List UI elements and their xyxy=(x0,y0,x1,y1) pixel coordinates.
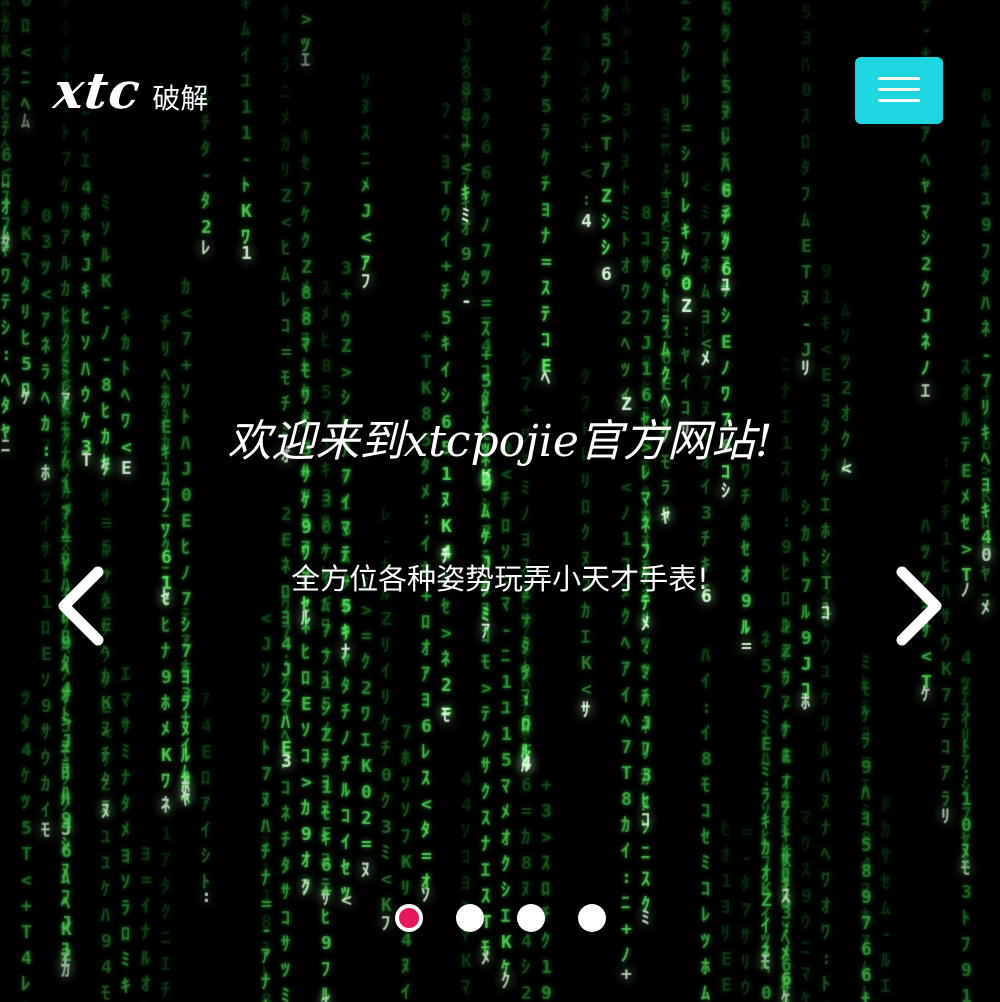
menu-bar-icon xyxy=(878,77,920,80)
slide-subheadline: 全方位各种姿势玩弄小天才手表! xyxy=(291,562,709,596)
menu-bar-icon xyxy=(878,99,920,102)
carousel-dot[interactable] xyxy=(394,904,423,932)
chevron-right-icon xyxy=(896,566,942,646)
hero-banner: xtc 破解 欢迎来到xtcpojie官方网站! 全方位各种姿势玩弄小天才手表! xyxy=(0,0,1000,1002)
carousel-dot[interactable] xyxy=(455,904,484,932)
chevron-left-icon xyxy=(58,566,104,646)
hamburger-menu-button[interactable] xyxy=(855,57,943,124)
carousel-dot[interactable] xyxy=(516,904,545,932)
carousel-next-button[interactable] xyxy=(888,566,948,646)
menu-bar-icon xyxy=(878,88,920,91)
site-header: xtc 破解 xyxy=(0,0,1000,182)
carousel-prev-button[interactable] xyxy=(52,566,112,646)
site-logo[interactable]: xtc 破解 xyxy=(50,61,209,120)
slide-headline: 欢迎来到xtcpojie官方网站! xyxy=(227,416,773,467)
carousel-dot[interactable] xyxy=(577,904,606,932)
logo-subtitle: 破解 xyxy=(152,82,209,115)
carousel-indicators xyxy=(0,904,1000,932)
logo-wordmark: xtc xyxy=(50,61,144,120)
